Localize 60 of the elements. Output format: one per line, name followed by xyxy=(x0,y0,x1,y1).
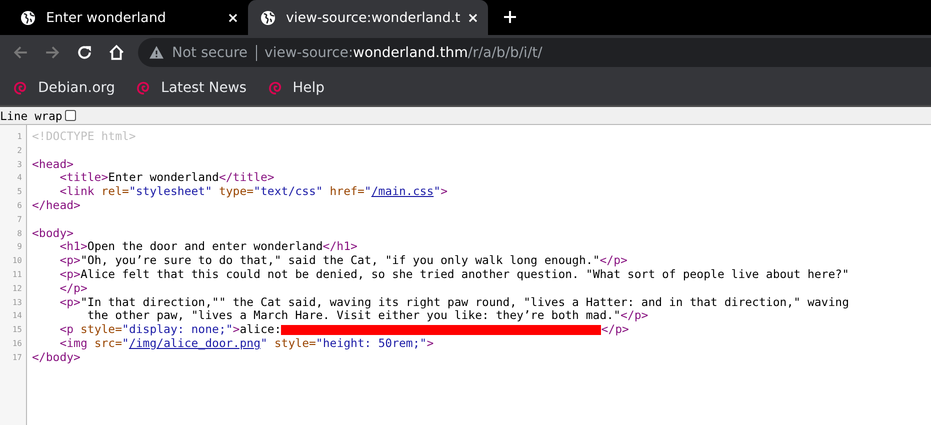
source-code: <link rel="stylesheet" type="text/css" href=" xyxy=(58,185,372,199)
line-wrap-checkbox[interactable] xyxy=(65,110,76,121)
line-number: 14 xyxy=(11,310,22,322)
source-code: <head> xyxy=(32,158,74,172)
source-code: "> xyxy=(434,185,448,199)
line-number: 11 xyxy=(11,268,22,281)
close-icon[interactable] xyxy=(228,12,238,22)
source-link[interactable]: /main.css xyxy=(371,185,434,199)
tab-title: view-source:wonderland.t xyxy=(286,10,462,26)
swirl-icon xyxy=(266,80,283,96)
line-number: 5 xyxy=(16,186,22,198)
line-number: 6 xyxy=(16,200,22,212)
source-code: </p> xyxy=(601,323,629,337)
line-number: 4 xyxy=(16,172,22,184)
source-code: </head> xyxy=(32,198,80,213)
close-icon[interactable] xyxy=(468,12,478,22)
globe-icon xyxy=(20,10,36,26)
reload-icon[interactable] xyxy=(76,44,93,61)
source-code: " style="height: 50rem;"> xyxy=(260,336,434,351)
swirl-icon xyxy=(12,80,28,96)
warning-icon[interactable] xyxy=(149,45,164,60)
source-code: <!DOCTYPE html> xyxy=(32,130,136,144)
source-code: the other paw, "lives a March Hare. Visit either you like: they’re both mad."</p> xyxy=(86,309,648,324)
line-number: 10 xyxy=(11,255,22,268)
source-code: <img src=" xyxy=(58,336,129,351)
browser-tab[interactable]: Enter wonderland xyxy=(8,0,248,35)
line-number: 12 xyxy=(11,282,22,295)
tab-title: Enter wonderland xyxy=(46,10,167,26)
security-label[interactable]: Not secure xyxy=(172,44,248,60)
line-number: 15 xyxy=(11,324,22,336)
line-wrap-label: Line wrap xyxy=(0,108,62,122)
line-number: 17 xyxy=(11,352,22,364)
source-code: <title>Enter wonderland</title> xyxy=(58,171,274,186)
new-tab-icon[interactable] xyxy=(504,11,516,23)
home-icon[interactable] xyxy=(108,44,125,61)
line-number: 8 xyxy=(16,228,22,240)
globe-icon xyxy=(260,10,276,26)
source-code: </p> xyxy=(58,282,88,296)
line-number: 1 xyxy=(16,131,22,143)
line-number: 16 xyxy=(11,338,22,350)
line-number: 2 xyxy=(16,144,22,157)
bookmark[interactable]: Debian.org xyxy=(12,80,116,96)
swirl-icon xyxy=(135,80,152,96)
source-code: <p style="display: none;">alice: xyxy=(58,323,282,337)
bookmark[interactable]: Latest News xyxy=(135,80,247,96)
source-code: <p>"Oh, you’re sure to do that," said the Cat, "if you only walk long enough."</p> xyxy=(58,254,628,268)
source-code: <p>"In that direction,"" the Cat said, waving its right paw round, "lives a Hatter: and in that direction," waving xyxy=(58,296,849,310)
line-number: 13 xyxy=(11,296,22,309)
line-number: 3 xyxy=(16,158,22,171)
browser-tab[interactable]: view-source:wonderland.t xyxy=(248,0,488,35)
source-code: </body> xyxy=(32,350,80,365)
url-text[interactable]: view-source:wonderland.thm/r/a/b/b/i/t/ xyxy=(264,44,542,60)
source-code: <body> xyxy=(32,226,74,240)
source-code: <p>Alice felt that this could not be denied, so she tried another question. "What sort of people live about here?" xyxy=(58,268,849,282)
source-code: <h1>Open the door and enter wonderland</h1> xyxy=(60,240,358,254)
back-icon[interactable] xyxy=(12,44,29,61)
source-link[interactable]: /img/alice_door.png xyxy=(128,336,261,351)
line-number: 9 xyxy=(16,241,22,254)
bookmark[interactable]: Help xyxy=(266,80,325,96)
line-number: 7 xyxy=(16,214,22,226)
